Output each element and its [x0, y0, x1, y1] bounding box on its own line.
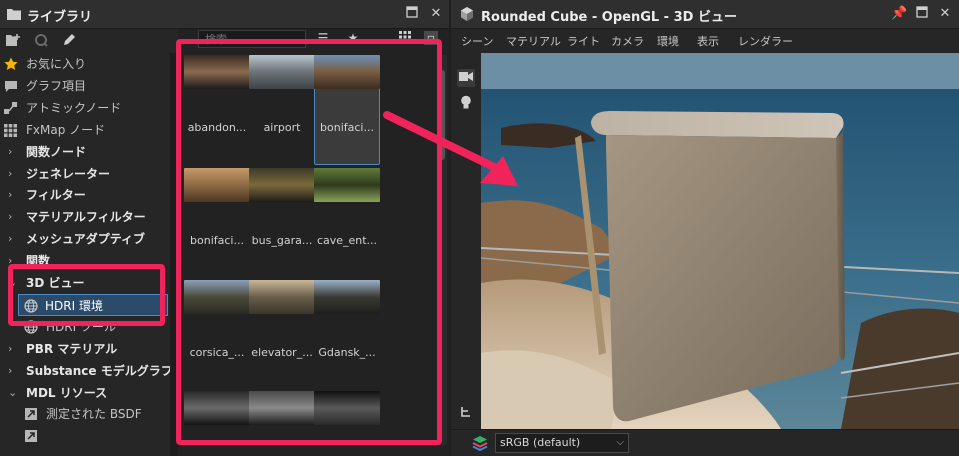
- tree-item-label: Substance モデルグラフ: [26, 363, 173, 378]
- color-space-select[interactable]: sRGB (default) ⌵: [495, 433, 629, 453]
- tree-item-label: FxMap ノード: [26, 122, 106, 137]
- tree-item-label: 測定された BSDF: [46, 407, 142, 422]
- edit-icon[interactable]: [60, 33, 78, 49]
- tree-item[interactable]: › 関数ノード: [0, 141, 170, 163]
- tree-item-label: MDL リソース: [26, 385, 108, 400]
- tree-item[interactable]: › PBR マテリアル: [0, 338, 170, 360]
- menu-display[interactable]: 表示: [697, 33, 719, 49]
- star-icon: [4, 56, 19, 71]
- folder-icon: [7, 9, 21, 20]
- comment-icon: [4, 78, 19, 93]
- 3d-viewport[interactable]: [481, 53, 959, 429]
- tree-item-label: フィルター: [26, 188, 86, 203]
- tree-item[interactable]: › マテリアルフィルター: [0, 206, 170, 228]
- chevron-right-icon[interactable]: ›: [8, 206, 18, 228]
- highlight-box-hdri: [8, 264, 165, 326]
- tree-item[interactable]: [0, 425, 170, 447]
- pin-icon[interactable]: 📌: [891, 6, 907, 22]
- viewport-scene: [481, 53, 959, 429]
- light-icon[interactable]: [457, 95, 475, 113]
- camera-icon[interactable]: [457, 69, 475, 87]
- layers-icon[interactable]: [471, 434, 489, 452]
- 3d-view-statusbar: sRGB (default) ⌵: [451, 429, 959, 456]
- menu-scene[interactable]: シーン: [461, 33, 493, 49]
- hierarchy-icon[interactable]: [457, 405, 475, 423]
- tree-item[interactable]: › メッシュアダプティブ: [0, 228, 170, 250]
- tree-item-label: 関数ノード: [26, 144, 87, 159]
- tree-item[interactable]: アトミックノード: [0, 97, 170, 119]
- tree-item[interactable]: › ジェネレーター: [0, 163, 170, 185]
- highlight-box-thumbnails: [176, 39, 442, 445]
- tree-item-label: グラフ項目: [26, 78, 87, 93]
- library-tree: お気に入りグラフ項目アトミックノード FxMap ノード › 関数ノード › ジェネレータ…: [0, 53, 173, 456]
- atomic-node-icon: [4, 100, 19, 115]
- close-icon[interactable]: ✕: [428, 6, 444, 22]
- tree-item[interactable]: ⌄ MDL リソース: [0, 382, 170, 404]
- chevron-right-icon[interactable]: ›: [8, 184, 18, 206]
- library-title-bar: ライブラリ ✕: [0, 0, 449, 29]
- tree-item-label: アトミックノード: [26, 100, 122, 115]
- close-icon[interactable]: ✕: [937, 6, 953, 22]
- library-toolbar: [0, 29, 178, 53]
- menu-camera[interactable]: カメラ: [611, 33, 644, 49]
- new-folder-icon[interactable]: [4, 33, 22, 49]
- chevron-right-icon[interactable]: ›: [8, 338, 18, 360]
- tree-item[interactable]: › フィルター: [0, 184, 170, 206]
- cube-icon: [461, 7, 473, 21]
- chevron-right-icon[interactable]: ›: [8, 141, 18, 163]
- tree-item-label: PBR マテリアル: [26, 341, 118, 356]
- float-window-icon[interactable]: [404, 6, 420, 22]
- menu-environment[interactable]: 環境: [657, 33, 679, 49]
- tree-item[interactable]: › Substance モデルグラフ: [0, 360, 173, 382]
- float-window-icon[interactable]: [914, 6, 930, 22]
- refresh-icon[interactable]: [32, 33, 50, 49]
- grid-icon: [4, 122, 19, 137]
- 3d-view-menubar: シーン マテリアル ライト カメラ 環境 表示 レンダラー: [451, 29, 959, 53]
- link-icon: [24, 406, 39, 421]
- tree-item[interactable]: 測定された BSDF: [0, 403, 170, 425]
- menu-light[interactable]: ライト: [567, 33, 600, 49]
- chevron-right-icon[interactable]: ›: [8, 163, 18, 185]
- tree-item-label: お気に入り: [26, 57, 87, 71]
- chevron-down-icon[interactable]: ⌄: [8, 382, 18, 404]
- tree-item-label: ジェネレーター: [26, 166, 111, 181]
- tree-item[interactable]: FxMap ノード: [0, 119, 170, 141]
- 3d-view-title-bar: Rounded Cube - OpenGL - 3D ビュー 📌 ✕: [451, 0, 959, 29]
- link-icon: [24, 428, 39, 443]
- tree-item[interactable]: グラフ項目: [0, 75, 170, 97]
- tree-item-label: メッシュアダプティブ: [26, 232, 146, 247]
- 3d-view-sidebar: [451, 53, 481, 429]
- library-title: ライブラリ: [27, 10, 93, 25]
- 3d-view-title: Rounded Cube - OpenGL - 3D ビュー: [481, 10, 737, 25]
- 3d-view-panel: Rounded Cube - OpenGL - 3D ビュー 📌 ✕ シーン マ…: [451, 0, 959, 456]
- chevron-right-icon[interactable]: ›: [8, 228, 18, 250]
- chevron-down-icon: ⌵: [616, 437, 624, 448]
- menu-material[interactable]: マテリアル: [506, 33, 561, 49]
- tree-item-label: マテリアルフィルター: [26, 210, 146, 225]
- color-space-value: sRGB (default): [500, 436, 581, 449]
- menu-renderer[interactable]: レンダラー: [738, 33, 793, 49]
- chevron-right-icon[interactable]: ›: [8, 360, 18, 382]
- tree-item[interactable]: お気に入り: [0, 53, 170, 75]
